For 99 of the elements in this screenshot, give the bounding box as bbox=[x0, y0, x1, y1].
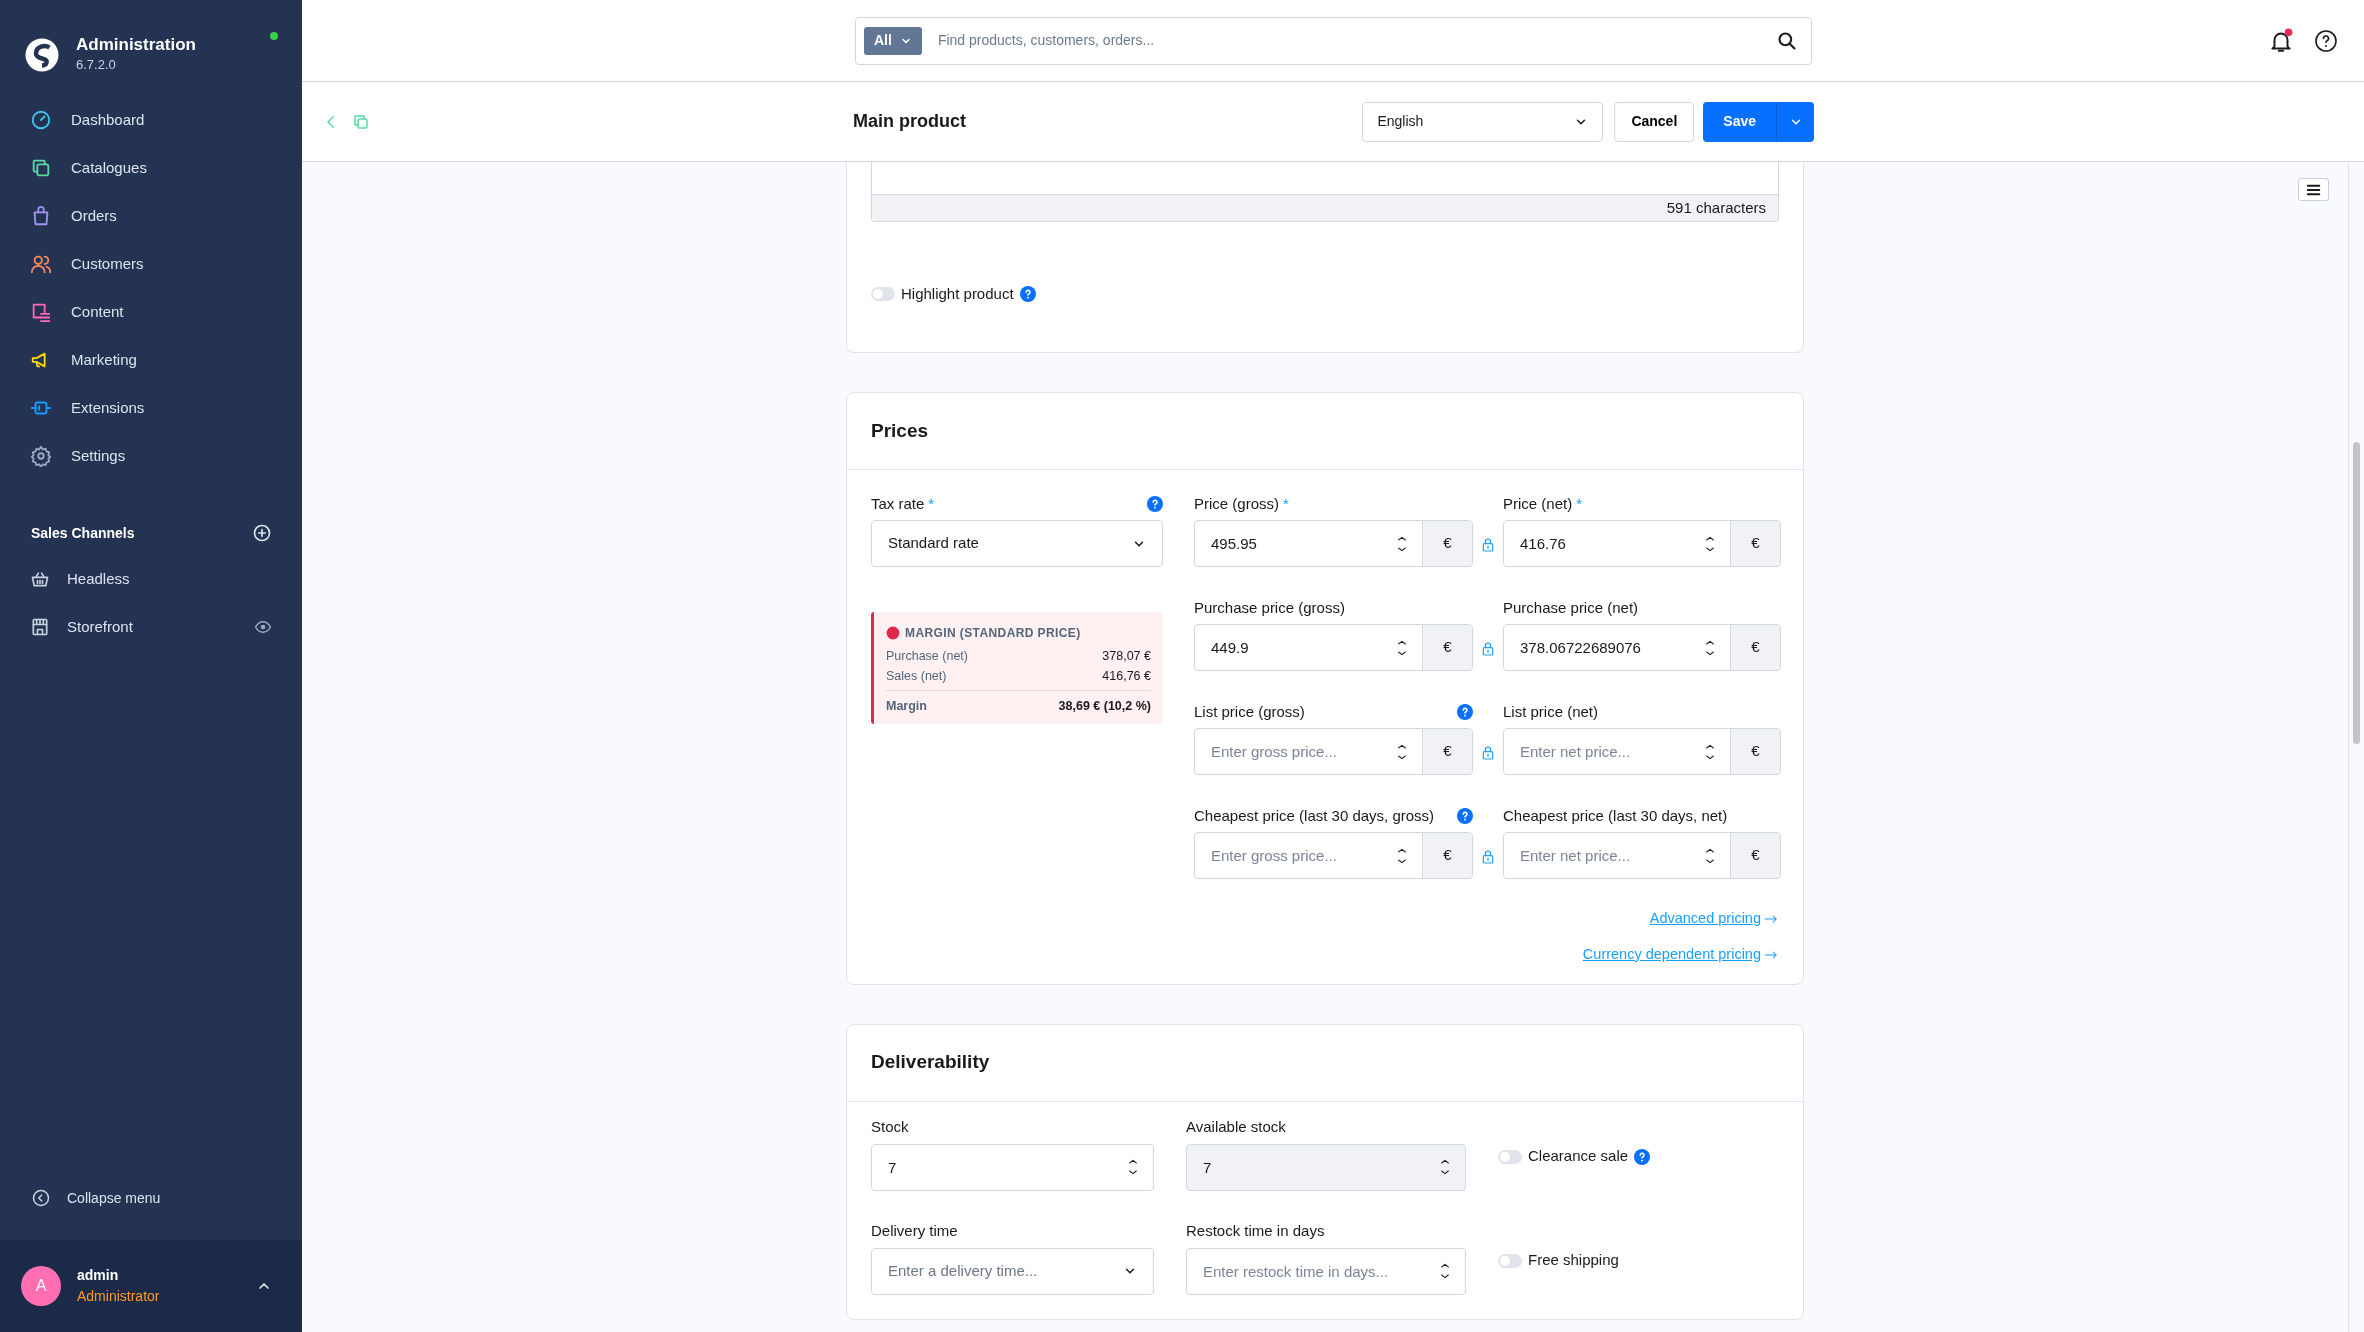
number-field[interactable]: Enter net price... € bbox=[1503, 728, 1781, 775]
margin-label: Margin bbox=[886, 698, 927, 715]
toggle-label: Clearance sale bbox=[1528, 1146, 1629, 1167]
nav-item[interactable]: Content bbox=[71, 300, 124, 324]
sales-channel-item[interactable]: Storefront bbox=[67, 615, 133, 639]
language-select[interactable]: English bbox=[1362, 101, 1604, 142]
search-icon[interactable] bbox=[1777, 30, 1797, 51]
lock-icon bbox=[1480, 744, 1496, 762]
number-field[interactable]: Enter net price... € bbox=[1503, 832, 1781, 879]
required-mark: * bbox=[1283, 493, 1289, 514]
nav-item[interactable]: Dashboard bbox=[71, 108, 145, 132]
version-label: 6.7.2.0 bbox=[76, 55, 117, 74]
field-label: Purchase price (net) bbox=[1503, 597, 1639, 618]
number-field[interactable]: 495.95 € bbox=[1194, 520, 1473, 567]
currency-addon: € bbox=[1730, 833, 1780, 878]
section-heading: Sales Channels bbox=[31, 523, 135, 543]
card-title: Deliverability bbox=[847, 1024, 1803, 1102]
number-field[interactable]: 449.9 € bbox=[1194, 624, 1473, 671]
page-title: Main product bbox=[853, 110, 966, 133]
currency-addon: € bbox=[1730, 521, 1780, 566]
number-field[interactable]: Enter gross price... € bbox=[1194, 728, 1473, 775]
cancel-button[interactable]: Cancel bbox=[1614, 101, 1695, 142]
sales-channel-item[interactable]: Headless bbox=[67, 567, 130, 591]
add-icon[interactable] bbox=[252, 523, 272, 543]
character-counter: 591 characters bbox=[872, 194, 1778, 221]
input-value[interactable]: Enter gross price... bbox=[1195, 833, 1394, 878]
field-label: Cheapest price (last 30 days, net) bbox=[1503, 805, 1728, 826]
chevron-left-icon bbox=[32, 1189, 50, 1207]
required-mark: * bbox=[928, 493, 935, 514]
collapse-menu-link[interactable]: Collapse menu bbox=[67, 1187, 161, 1209]
nav-item[interactable]: Settings bbox=[71, 444, 126, 468]
field-label: Restock time in days bbox=[1186, 1221, 1325, 1242]
margin-value: 378,07 € bbox=[1102, 647, 1151, 665]
margin-label: Sales (net) bbox=[886, 667, 947, 685]
input-value[interactable]: Enter gross price... bbox=[1195, 729, 1394, 774]
logo-icon bbox=[24, 37, 60, 73]
input-value[interactable]: 378.06722689076 bbox=[1504, 625, 1702, 670]
select-field[interactable]: Enter a delivery time... bbox=[871, 1247, 1154, 1295]
currency-addon: € bbox=[1730, 625, 1780, 670]
lock-icon bbox=[1480, 640, 1496, 658]
toggle-switch[interactable] bbox=[1498, 1149, 1522, 1164]
margin-label: Purchase (net) bbox=[886, 647, 968, 665]
search-bar[interactable]: All Find products, customers, orders... bbox=[855, 16, 1812, 65]
scrollbar-thumb[interactable] bbox=[2353, 442, 2360, 744]
user-name: admin bbox=[77, 1266, 120, 1285]
margin-value: 38,69 € (10,2 %) bbox=[1058, 698, 1151, 715]
status-dot-icon bbox=[886, 626, 900, 640]
field-label: Available stock bbox=[1186, 1117, 1286, 1138]
currency-addon: € bbox=[1422, 521, 1472, 566]
currency-addon: € bbox=[1730, 729, 1780, 774]
input-value[interactable]: 495.95 bbox=[1195, 521, 1394, 566]
currency-addon: € bbox=[1422, 833, 1472, 878]
nav-item[interactable]: Customers bbox=[71, 252, 144, 276]
input-value[interactable]: 416.76 bbox=[1504, 521, 1702, 566]
toggle-switch[interactable] bbox=[1498, 1253, 1522, 1268]
basket-icon bbox=[30, 569, 50, 589]
field-label: Cheapest price (last 30 days, gross) bbox=[1194, 805, 1435, 826]
help-icon[interactable] bbox=[2314, 29, 2338, 53]
nav-item[interactable]: Marketing bbox=[71, 348, 137, 372]
input-value[interactable]: Enter net price... bbox=[1504, 729, 1702, 774]
currency-addon: € bbox=[1422, 625, 1472, 670]
margin-value: 416,76 € bbox=[1102, 667, 1151, 685]
select-field[interactable]: Standard rate bbox=[871, 520, 1163, 567]
scope-dropdown[interactable]: All bbox=[864, 26, 922, 55]
save-options-button[interactable] bbox=[1776, 101, 1814, 142]
input-value[interactable]: 449.9 bbox=[1195, 625, 1394, 670]
app-title: Administration bbox=[76, 35, 196, 55]
toggle-label: Highlight product bbox=[901, 283, 1014, 304]
number-field[interactable]: 378.06722689076 € bbox=[1503, 624, 1781, 671]
required-mark: * bbox=[1576, 493, 1583, 514]
field-label: List price (gross) bbox=[1194, 701, 1305, 722]
number-field[interactable]: Enter gross price... € bbox=[1194, 832, 1473, 879]
currency-addon: € bbox=[1422, 729, 1472, 774]
avatar: A bbox=[21, 1266, 61, 1306]
menu-button[interactable] bbox=[2298, 178, 2329, 201]
toggle-switch[interactable] bbox=[871, 287, 895, 301]
nav-item[interactable]: Catalogues bbox=[71, 156, 147, 180]
shop-icon bbox=[30, 617, 50, 637]
card-title: Prices bbox=[847, 393, 1803, 470]
toggle-label: Free shipping bbox=[1528, 1250, 1619, 1271]
number-field[interactable]: 416.76 € bbox=[1503, 520, 1781, 567]
nav-item[interactable]: Extensions bbox=[71, 396, 145, 420]
input-value[interactable]: Enter net price... bbox=[1504, 833, 1702, 878]
save-button[interactable]: Save bbox=[1703, 101, 1776, 142]
field-label: Delivery time bbox=[871, 1221, 958, 1242]
user-role: Administrator bbox=[77, 1287, 160, 1306]
field-label: Price (net) bbox=[1503, 493, 1573, 514]
field-label: Price (gross) bbox=[1194, 493, 1279, 514]
field-label: Purchase price (gross) bbox=[1194, 597, 1345, 618]
lock-icon bbox=[1480, 536, 1496, 554]
eye-icon[interactable] bbox=[254, 618, 272, 636]
field-label: Stock bbox=[871, 1117, 909, 1138]
text-area[interactable]: 591 characters bbox=[871, 162, 1779, 222]
bell-icon[interactable] bbox=[2268, 28, 2294, 54]
lock-icon bbox=[1480, 848, 1496, 866]
nav-item[interactable]: Orders bbox=[71, 204, 117, 228]
margin-title: MARGIN (STANDARD PRICE) bbox=[905, 625, 1081, 642]
field-label: List price (net) bbox=[1503, 701, 1599, 722]
field-label: Tax rate bbox=[871, 493, 925, 514]
